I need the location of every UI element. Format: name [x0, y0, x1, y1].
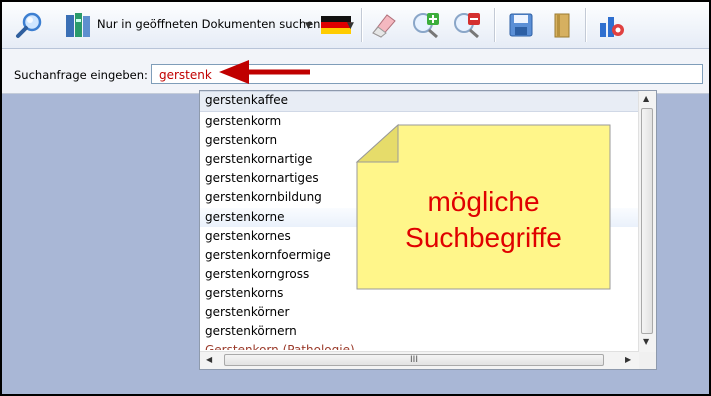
chevron-down-icon[interactable]: ▼ — [347, 21, 354, 31]
app-window: Nur in geöffneten Dokumenten suchen ▼ ▼ — [0, 0, 711, 396]
zoom-in-icon[interactable] — [409, 11, 441, 39]
suggestion-item[interactable]: gerstenkörner — [200, 303, 639, 322]
scroll-right-icon[interactable]: ▶ — [625, 355, 631, 364]
magnifier-icon[interactable] — [14, 11, 44, 39]
toolbar-separator — [585, 8, 587, 42]
search-open-docs-toggle[interactable]: Nur in geöffneten Dokumenten suchen — [97, 17, 320, 31]
arrow-left-icon — [219, 60, 310, 84]
save-icon[interactable] — [507, 11, 535, 39]
chevron-down-icon[interactable]: ▼ — [305, 21, 312, 31]
toolbar-separator — [361, 8, 363, 42]
toolbar: Nur in geöffneten Dokumenten suchen ▼ ▼ — [2, 2, 709, 49]
scrollbar-corner — [639, 352, 656, 369]
books-icon[interactable] — [64, 11, 92, 39]
suggestion-item[interactable]: Gerstenkorn (Pathologie) — [200, 341, 639, 350]
book-icon[interactable] — [548, 11, 576, 39]
suggestion-item[interactable]: gerstenkörnern — [200, 322, 639, 341]
scroll-left-icon[interactable]: ◀ — [206, 355, 212, 364]
settings-icon[interactable] — [597, 11, 627, 39]
search-bar: Suchanfrage eingeben: — [2, 49, 709, 94]
eraser-icon[interactable] — [369, 11, 399, 39]
zoom-out-icon[interactable] — [450, 11, 482, 39]
scroll-up-icon[interactable]: ▲ — [643, 94, 649, 103]
horizontal-scroll-thumb[interactable]: III — [224, 354, 604, 366]
suggestion-item[interactable]: gerstenkaffee — [200, 91, 639, 113]
vertical-scrollbar[interactable]: ▲ ▼ — [638, 91, 656, 353]
toolbar-separator — [494, 8, 496, 42]
search-label: Suchanfrage eingeben: — [14, 68, 148, 82]
annotation-note: mögliche Suchbegriffe — [354, 122, 613, 292]
scroll-down-icon[interactable]: ▼ — [643, 337, 649, 346]
horizontal-scrollbar[interactable]: ◀ III ▶ — [200, 351, 639, 369]
annotation-text: mögliche Suchbegriffe — [405, 186, 562, 253]
vertical-scroll-thumb[interactable] — [641, 108, 653, 334]
